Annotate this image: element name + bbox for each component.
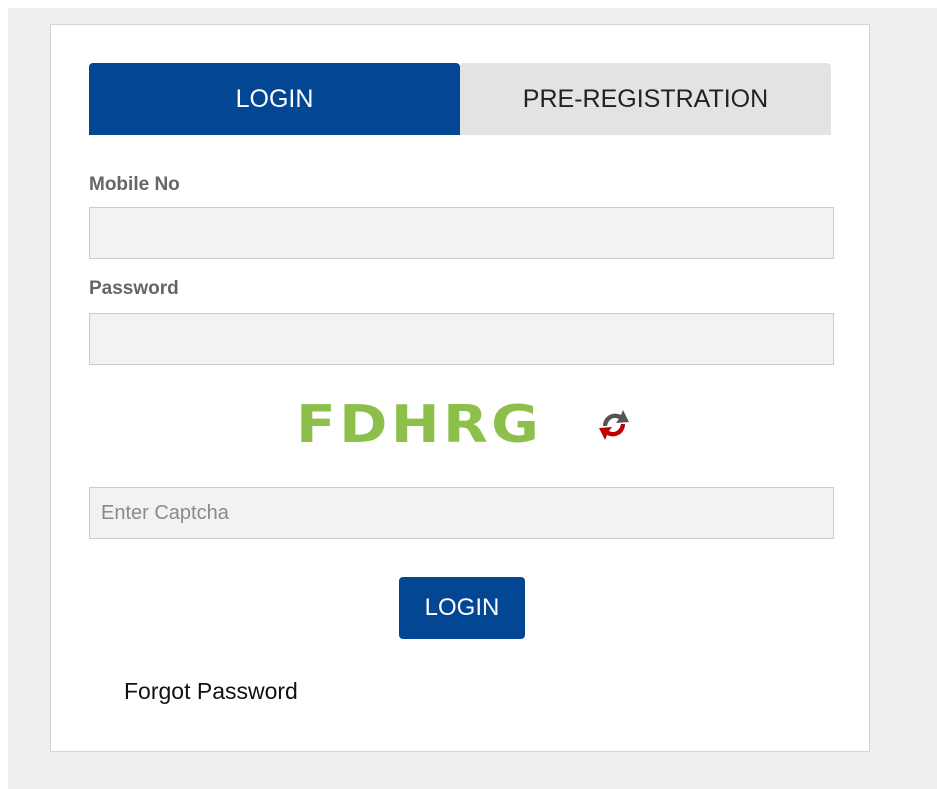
password-label: Password	[89, 278, 179, 299]
tab-login-label: LOGIN	[235, 84, 314, 113]
mobile-label: Mobile No	[89, 174, 180, 195]
tab-pre-registration[interactable]: PRE-REGISTRATION	[460, 63, 831, 135]
tab-pre-registration-label: PRE-REGISTRATION	[522, 84, 769, 113]
tab-login[interactable]: LOGIN	[89, 63, 460, 135]
refresh-captcha-icon[interactable]	[589, 404, 637, 448]
forgot-password-link[interactable]: Forgot Password	[124, 678, 298, 705]
mobile-input[interactable]	[89, 207, 834, 259]
login-button[interactable]: LOGIN	[399, 577, 525, 639]
captcha-input[interactable]	[89, 487, 834, 539]
captcha-image: FDHRG	[296, 395, 543, 455]
password-input[interactable]	[89, 313, 834, 365]
login-card: LOGIN PRE-REGISTRATION Mobile No Passwor…	[50, 24, 870, 752]
tab-bar: LOGIN PRE-REGISTRATION	[89, 63, 831, 135]
